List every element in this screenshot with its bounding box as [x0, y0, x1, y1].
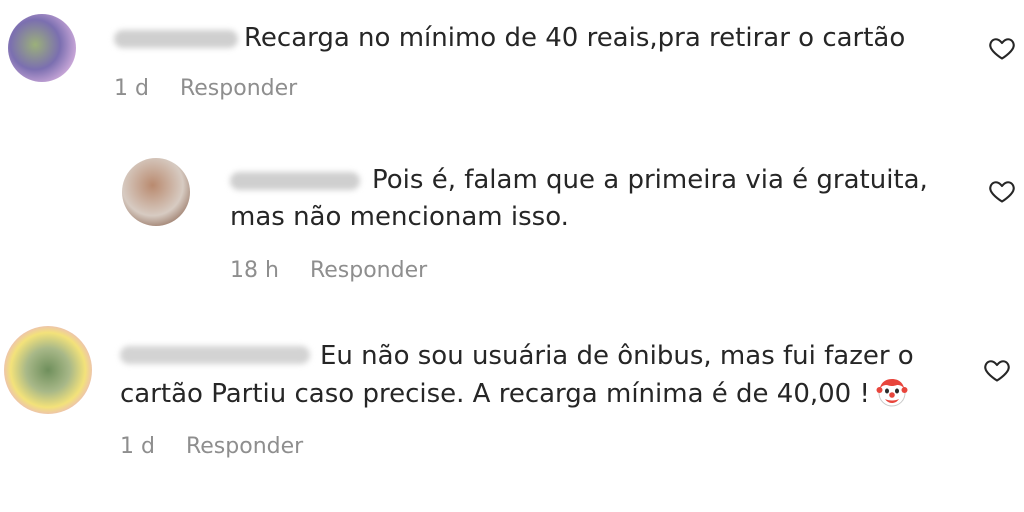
comment-meta: 18 h Responder [230, 258, 427, 283]
heart-outline-icon[interactable] [982, 356, 1012, 384]
comment-text: Recarga no mínimo de 40 reais,pra retira… [244, 23, 906, 53]
avatar[interactable] [8, 14, 76, 82]
username-blurred[interactable] [230, 172, 360, 190]
comment-text-line-1: Pois é, falam que a primeira via é gratu… [372, 165, 928, 195]
heart-outline-icon[interactable] [987, 177, 1017, 205]
comment-time: 1 d [120, 434, 155, 459]
comment-text-line-2-container: cartão Partiu caso precise. A recarga mí… [120, 376, 908, 412]
username-blurred[interactable] [120, 346, 310, 364]
avatar[interactable] [4, 326, 92, 414]
comment-text-line-2: cartão Partiu caso precise. A recarga mí… [120, 379, 870, 409]
reply-button[interactable]: Responder [310, 258, 427, 283]
username-blurred[interactable] [114, 30, 238, 48]
comment-meta: 1 d Responder [120, 434, 303, 459]
comment-text-line-2: mas não mencionam isso. [230, 202, 569, 232]
comment-time: 1 d [114, 76, 149, 101]
comment-meta: 1 d Responder [114, 76, 297, 101]
reply-button[interactable]: Responder [180, 76, 297, 101]
reply-button[interactable]: Responder [186, 434, 303, 459]
comment-text-line-1: Eu não sou usuária de ônibus, mas fui fa… [320, 341, 914, 371]
heart-outline-icon[interactable] [987, 34, 1017, 62]
comment-time: 18 h [230, 258, 279, 283]
avatar[interactable] [122, 158, 190, 226]
clown-face-emoji [876, 379, 908, 407]
